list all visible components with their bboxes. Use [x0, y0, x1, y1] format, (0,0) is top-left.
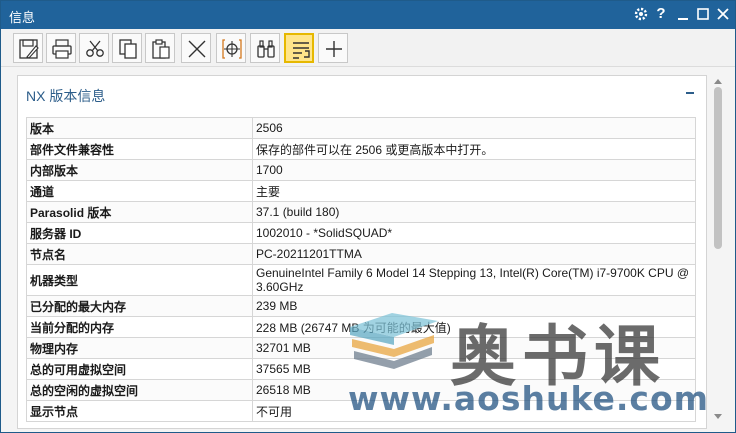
scroll-down-icon[interactable] [714, 414, 722, 419]
table-row: 服务器 ID 1002010 - *SolidSQUAD* [26, 222, 696, 244]
nx-version-panel: NX 版本信息 版本 2506 部件文件兼容性 保存的部件可以在 2506 或更高版本… [17, 75, 707, 429]
row-label: 当前分配的内存 [26, 316, 253, 338]
row-value: 37.1 (build 180) [252, 201, 696, 223]
row-label: Parasolid 版本 [26, 201, 253, 223]
row-label: 物理内存 [26, 337, 253, 359]
crosshair-icon[interactable] [216, 33, 246, 63]
table-row: 总的可用虚拟空间 37565 MB [26, 358, 696, 380]
row-value: 1002010 - *SolidSQUAD* [252, 222, 696, 244]
print-icon[interactable] [46, 33, 76, 63]
row-value: 保存的部件可以在 2506 或更高版本中打开。 [252, 138, 696, 160]
row-label: 部件文件兼容性 [26, 138, 253, 160]
info-table: 版本 2506 部件文件兼容性 保存的部件可以在 2506 或更高版本中打开。 内部版本… [26, 117, 696, 422]
copy-icon[interactable] [112, 33, 142, 63]
table-row: 总的空闲的虚拟空间 26518 MB [26, 379, 696, 401]
row-label: 机器类型 [26, 264, 253, 296]
table-row: 物理内存 32701 MB [26, 337, 696, 359]
paste-icon[interactable] [145, 33, 175, 63]
table-row: 通道 主要 [26, 180, 696, 202]
row-value: 239 MB [252, 295, 696, 317]
row-value: GenuineIntel Family 6 Model 14 Stepping … [252, 264, 696, 296]
table-row: 内部版本 1700 [26, 159, 696, 181]
binoculars-icon[interactable] [250, 33, 280, 63]
title-bar[interactable]: 信息 ? [1, 1, 735, 29]
row-value: 不可用 [252, 400, 696, 422]
row-value: 主要 [252, 180, 696, 202]
row-label: 显示节点 [26, 400, 253, 422]
table-row: 已分配的最大内存 239 MB [26, 295, 696, 317]
row-value: 37565 MB [252, 358, 696, 380]
row-label: 总的空闲的虚拟空间 [26, 379, 253, 401]
row-label: 版本 [26, 117, 253, 139]
scroll-thumb[interactable] [714, 87, 722, 249]
table-row: 显示节点 不可用 [26, 400, 696, 422]
minimize-icon[interactable] [673, 4, 693, 24]
content-area: NX 版本信息 版本 2506 部件文件兼容性 保存的部件可以在 2506 或更高版本… [1, 67, 735, 432]
wrap-text-icon[interactable] [284, 33, 314, 63]
row-value: 2506 [252, 117, 696, 139]
add-icon[interactable] [318, 33, 348, 63]
window-title: 信息 [9, 10, 36, 25]
table-row: 当前分配的内存 228 MB (26747 MB 为可能的最大值) [26, 316, 696, 338]
cut-icon[interactable] [79, 33, 109, 63]
row-label: 内部版本 [26, 159, 253, 181]
delete-icon[interactable] [181, 33, 211, 63]
row-label: 通道 [26, 180, 253, 202]
row-value: 26518 MB [252, 379, 696, 401]
row-label: 服务器 ID [26, 222, 253, 244]
row-label: 已分配的最大内存 [26, 295, 253, 317]
table-row: 节点名 PC-20211201TTMA [26, 243, 696, 265]
gear-icon[interactable] [631, 4, 651, 24]
close-icon[interactable] [713, 4, 733, 24]
maximize-icon[interactable] [693, 4, 713, 24]
row-label: 节点名 [26, 243, 253, 265]
table-row: 机器类型 GenuineIntel Family 6 Model 14 Stepp… [26, 264, 696, 296]
scroll-up-icon[interactable] [714, 79, 722, 84]
row-value: PC-20211201TTMA [252, 243, 696, 265]
table-row: 部件文件兼容性 保存的部件可以在 2506 或更高版本中打开。 [26, 138, 696, 160]
info-window: 信息 ? NX 版本信息 版本 2506 部件文件兼容性 保存的部件可以在 25… [0, 0, 736, 433]
toolbar [1, 29, 735, 67]
row-value: 1700 [252, 159, 696, 181]
table-row: 版本 2506 [26, 117, 696, 139]
row-label: 总的可用虚拟空间 [26, 358, 253, 380]
panel-title: NX 版本信息 [26, 88, 106, 104]
table-row: Parasolid 版本 37.1 (build 180) [26, 201, 696, 223]
collapse-icon[interactable] [686, 86, 696, 96]
row-value: 32701 MB [252, 337, 696, 359]
save-icon[interactable] [13, 33, 43, 63]
vertical-scrollbar[interactable] [711, 79, 725, 419]
help-icon[interactable]: ? [651, 4, 671, 24]
row-value: 228 MB (26747 MB 为可能的最大值) [252, 316, 696, 338]
